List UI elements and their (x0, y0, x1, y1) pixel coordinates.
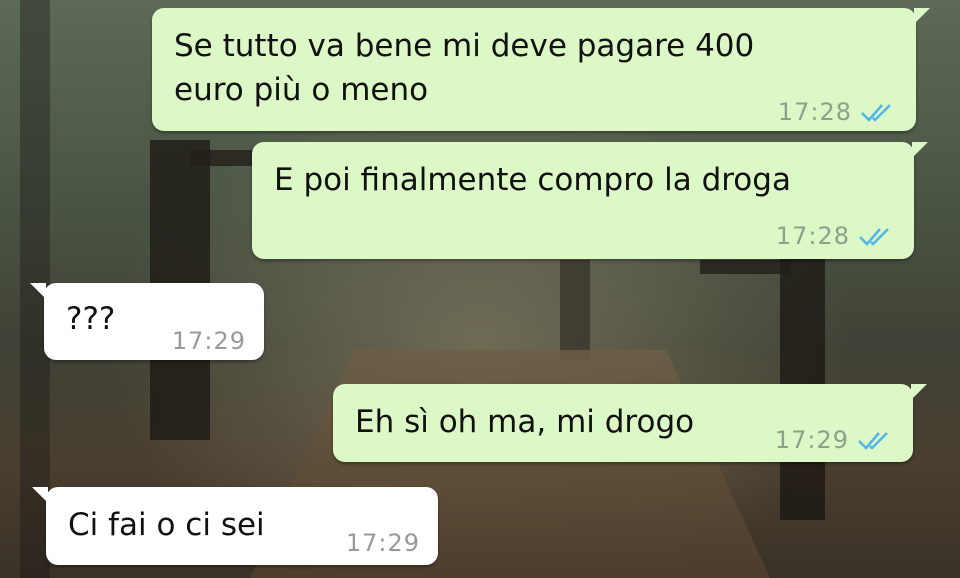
message-text: E poi finalmente compro la droga (274, 162, 791, 198)
double-check-read-icon (858, 432, 888, 450)
message-time: 17:29 (345, 529, 420, 557)
message-text: Ci fai o ci sei (68, 507, 265, 543)
message-bubble-incoming[interactable]: ??? 17:29 (30, 283, 264, 360)
message-bubble-outgoing[interactable]: Se tutto va bene mi deve pagare 400 euro… (152, 8, 930, 131)
message-time: 17:29 (774, 426, 849, 454)
message-text: Eh sì oh ma, mi drogo (355, 404, 695, 440)
message-bubble-incoming[interactable]: Ci fai o ci sei 17:29 (32, 487, 438, 565)
double-check-read-icon (859, 228, 889, 246)
message-time: 17:29 (171, 327, 246, 355)
double-check-read-icon (861, 104, 891, 122)
message-time: 17:28 (777, 98, 852, 126)
message-text: ??? (66, 301, 116, 337)
message-time: 17:28 (775, 222, 850, 250)
message-text: Se tutto va bene mi deve pagare 400 euro… (174, 28, 755, 108)
message-bubble-outgoing[interactable]: E poi finalmente compro la droga 17:28 (252, 142, 928, 259)
message-bubble-outgoing[interactable]: Eh sì oh ma, mi drogo 17:29 (333, 384, 927, 462)
